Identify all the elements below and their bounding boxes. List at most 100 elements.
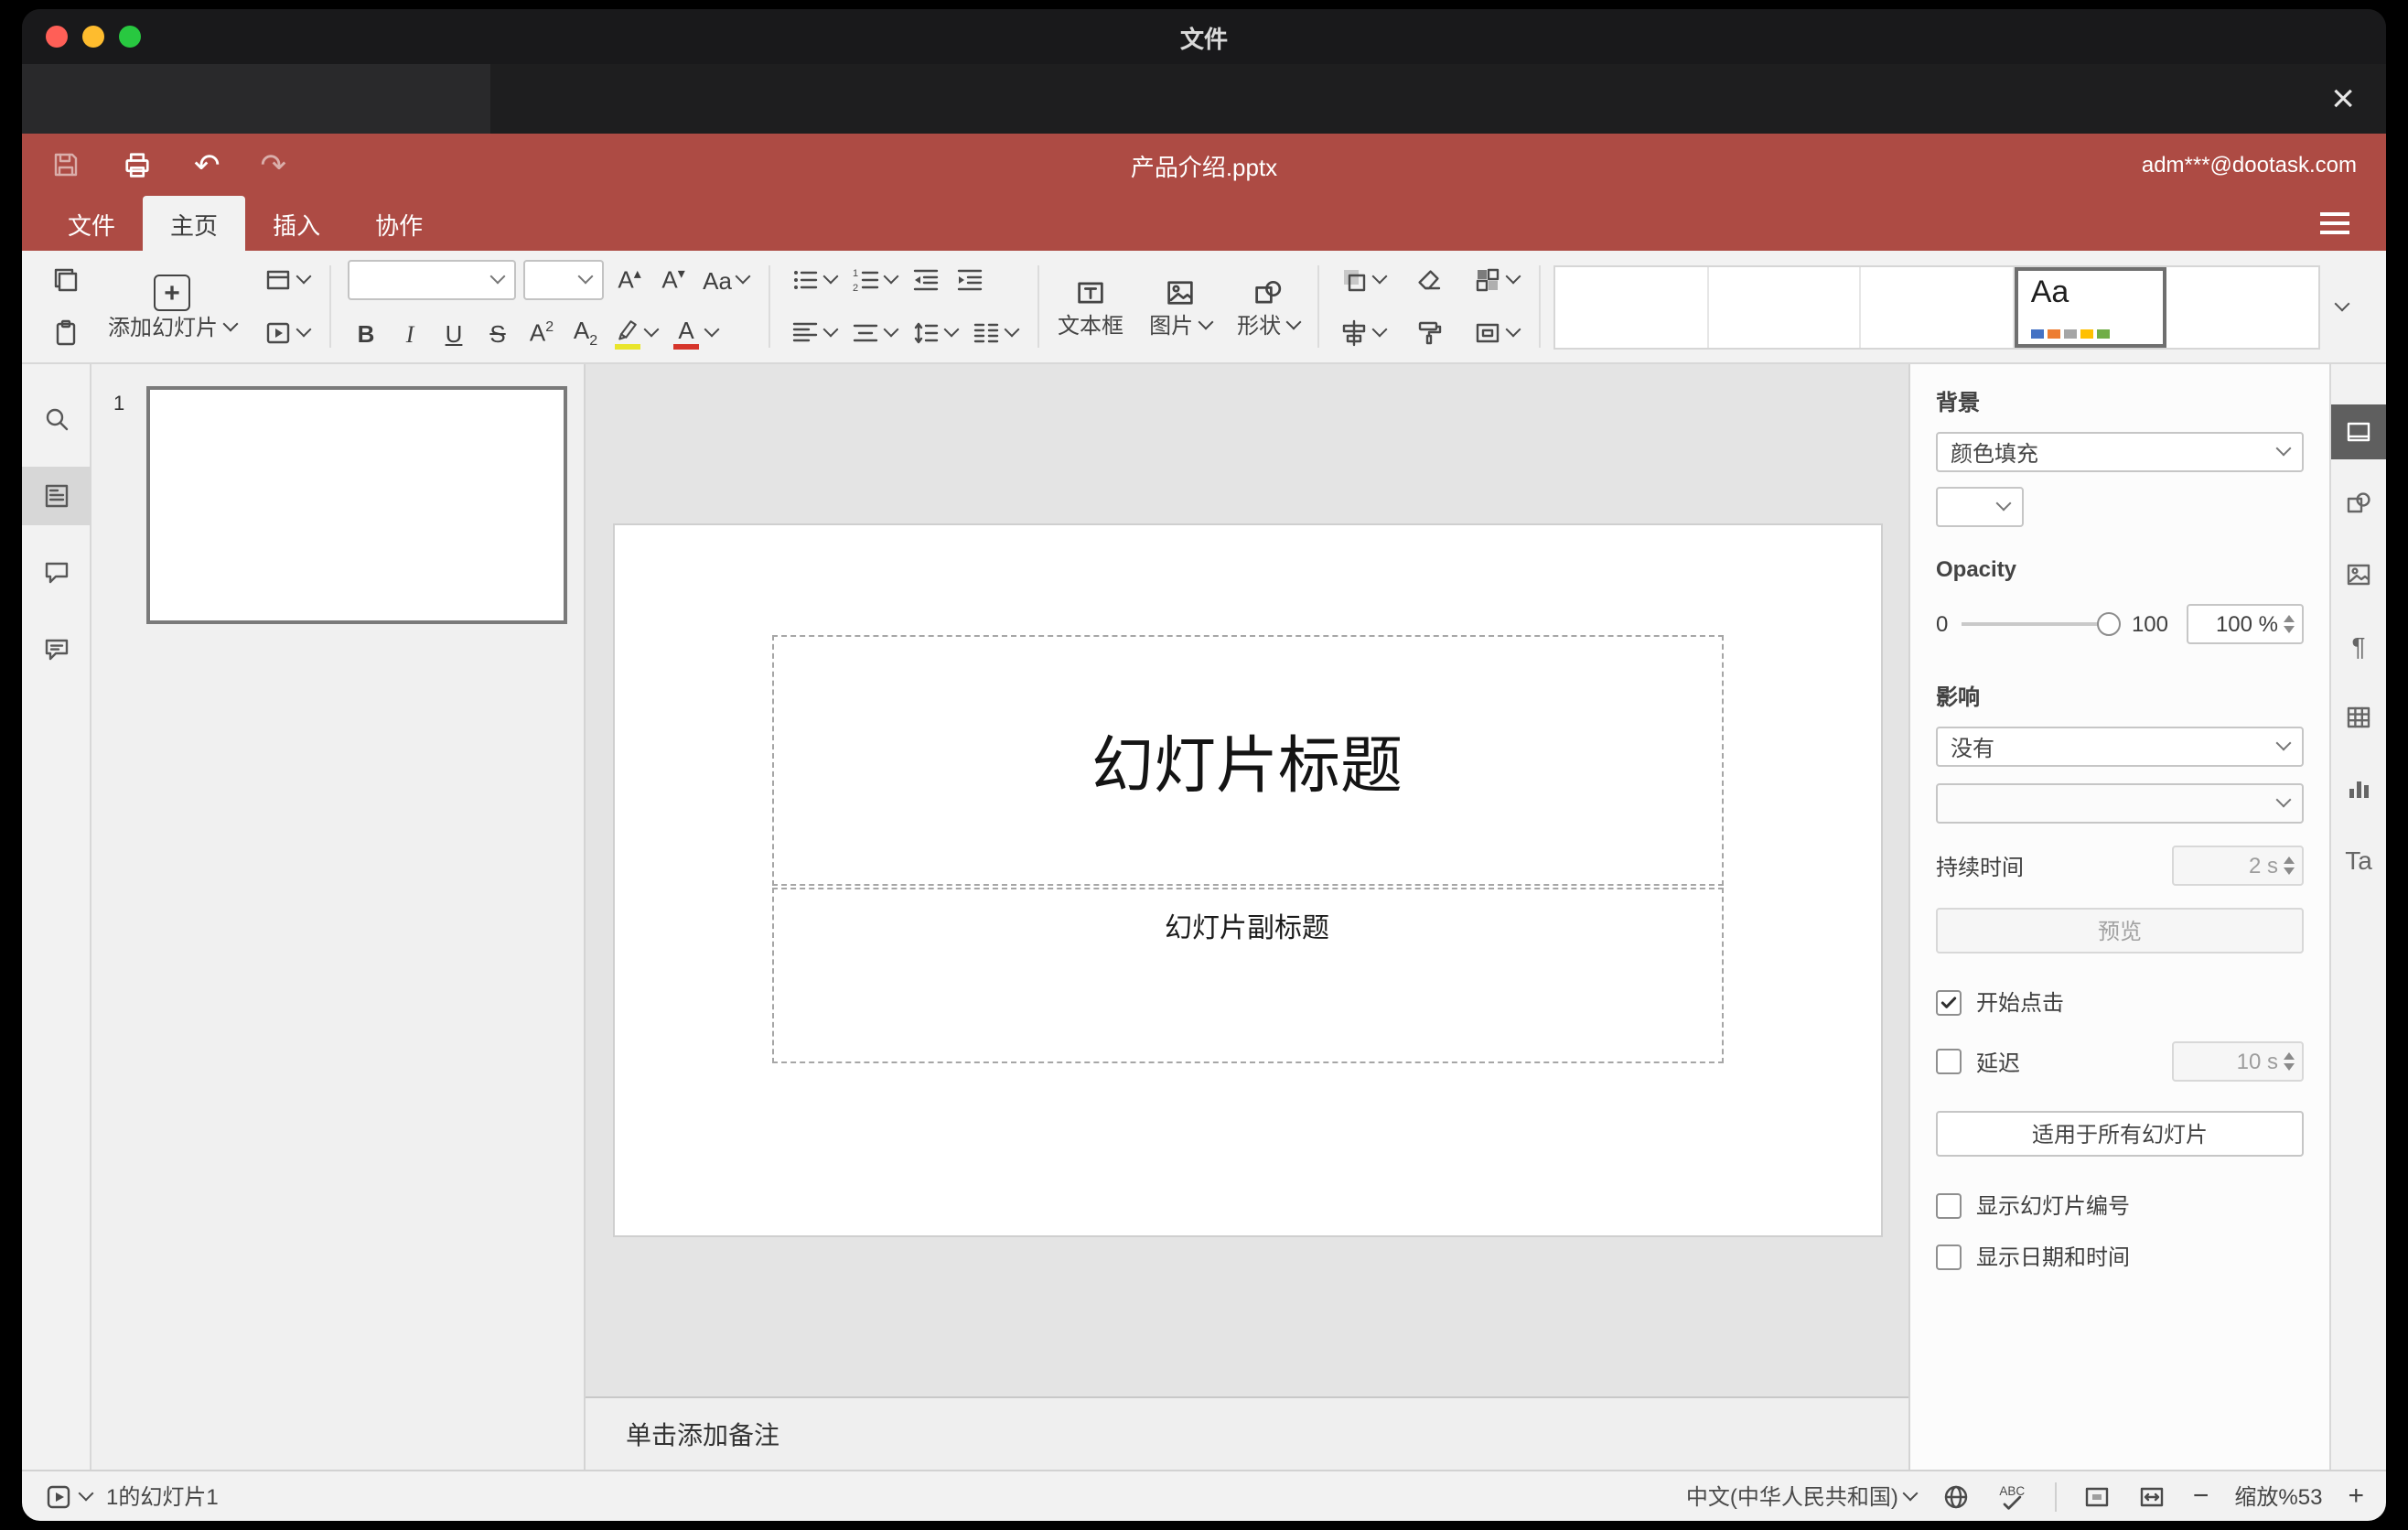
italic-button[interactable]: I [392, 311, 428, 355]
effect-type-select[interactable] [1936, 783, 2304, 824]
opacity-input[interactable]: 100 % [2187, 604, 2304, 644]
copy-style-button[interactable] [1411, 311, 1447, 355]
decrease-font-button[interactable]: A▾ [655, 258, 692, 302]
font-name-combo[interactable] [348, 260, 517, 300]
numbering-button[interactable]: 12 [847, 258, 900, 302]
effect-select[interactable]: 没有 [1936, 727, 2304, 767]
apply-to-all-button[interactable]: 适用于所有幻灯片 [1936, 1111, 2304, 1157]
tab-insert[interactable]: 插入 [245, 196, 348, 251]
decrease-indent-button[interactable] [908, 258, 944, 302]
paste-button[interactable] [48, 311, 84, 355]
bullets-button[interactable] [787, 258, 840, 302]
opacity-slider[interactable] [1961, 612, 2121, 636]
add-slide-button[interactable]: + 添加幻灯片 [95, 251, 249, 362]
image-icon [1167, 281, 1193, 305]
comments-icon[interactable] [22, 544, 91, 602]
chart-settings-icon[interactable] [2330, 761, 2386, 816]
background-color-swatch[interactable] [1936, 487, 2024, 527]
delay-checkbox[interactable] [1936, 1049, 1962, 1074]
menu-icon[interactable] [2320, 212, 2349, 234]
strikethrough-button[interactable]: S [479, 311, 516, 355]
paragraph-settings-icon[interactable]: ¶ [2330, 619, 2386, 673]
delay-input[interactable]: 10 s [2172, 1041, 2304, 1082]
theme-gallery-expand-button[interactable] [2320, 264, 2364, 349]
underline-button[interactable]: U [435, 311, 472, 355]
shape-settings-icon[interactable] [2330, 476, 2386, 531]
superscript-button[interactable]: A2 [523, 311, 560, 355]
zoom-out-button[interactable]: − [2193, 1482, 2209, 1510]
slide-thumbnail-1[interactable] [146, 386, 567, 624]
document-language-icon[interactable] [1942, 1482, 1972, 1511]
slide-settings-icon[interactable] [2330, 404, 2386, 459]
textart-settings-icon[interactable]: Ta [2330, 833, 2386, 888]
zoom-in-button[interactable]: + [2348, 1482, 2364, 1510]
vertical-align-button[interactable] [847, 311, 900, 355]
highlight-pen-icon [618, 320, 637, 340]
show-slide-number-checkbox[interactable] [1936, 1192, 1962, 1218]
preview-button[interactable]: 预览 [1936, 908, 2304, 954]
zoom-window-button[interactable] [119, 26, 141, 48]
show-date-time-checkbox[interactable] [1936, 1244, 1962, 1269]
horizontal-align-button[interactable] [787, 311, 840, 355]
align-shape-button[interactable] [1336, 311, 1389, 355]
bold-button[interactable]: B [348, 311, 384, 355]
theme-slot-1[interactable] [1555, 266, 1709, 347]
start-on-click-checkbox[interactable] [1936, 989, 1962, 1015]
fit-width-icon[interactable] [2138, 1482, 2167, 1511]
insert-shape-button[interactable]: 形状 [1224, 251, 1312, 362]
slide-layout-button[interactable] [260, 258, 313, 302]
highlight-color-button[interactable] [611, 311, 661, 355]
feedback-icon[interactable] [22, 620, 91, 679]
document-header: ↶ ↷ 产品介绍.pptx adm***@dootask.com [22, 134, 2386, 196]
start-slideshow-button[interactable] [260, 311, 313, 355]
close-icon[interactable]: × [2331, 78, 2355, 119]
minimize-window-button[interactable] [82, 26, 104, 48]
language-selector[interactable]: 中文(中华人民共和国) [1686, 1481, 1919, 1512]
subtitle-placeholder[interactable]: 幻灯片副标题 [771, 888, 1723, 1063]
insert-image-button[interactable]: 图片 [1136, 251, 1224, 362]
duration-input[interactable]: 2 s [2172, 846, 2304, 886]
theme-slot-5[interactable] [2166, 266, 2319, 347]
tab-collaboration[interactable]: 协作 [348, 196, 450, 251]
slides-panel-icon[interactable] [22, 467, 91, 525]
subscript-button[interactable]: A2 [567, 311, 604, 355]
slide-size-button[interactable] [1469, 311, 1522, 355]
arrange-shape-button[interactable] [1336, 258, 1389, 302]
insert-textbox-button[interactable]: 文本框 [1045, 251, 1136, 362]
image-settings-icon[interactable] [2330, 547, 2386, 602]
table-settings-icon[interactable] [2330, 690, 2386, 745]
copy-button[interactable] [48, 258, 84, 302]
clear-style-button[interactable] [1411, 258, 1447, 302]
redo-icon[interactable]: ↷ [261, 149, 287, 180]
color-scheme-button[interactable] [1469, 258, 1522, 302]
notes-area[interactable]: 单击添加备注 [586, 1396, 1908, 1470]
title-placeholder[interactable]: 幻灯片标题 [771, 635, 1723, 886]
columns-button[interactable] [968, 311, 1021, 355]
close-window-button[interactable] [46, 26, 68, 48]
slide-1[interactable]: 幻灯片标题 幻灯片副标题 [612, 523, 1882, 1237]
editor-area: 幻灯片标题 幻灯片副标题 单击添加备注 [586, 364, 1908, 1470]
ribbon-tabs: 文件 主页 插入 协作 [22, 196, 2386, 251]
search-icon[interactable] [22, 390, 91, 448]
font-color-button[interactable]: A [668, 311, 721, 355]
theme-slot-selected[interactable]: Aa [2014, 266, 2167, 347]
background-fill-select[interactable]: 颜色填充 [1936, 432, 2304, 472]
theme-color-strip [2030, 329, 2110, 338]
increase-indent-button[interactable] [951, 258, 988, 302]
undo-icon[interactable]: ↶ [194, 149, 220, 180]
theme-slot-3[interactable] [1861, 266, 2015, 347]
theme-slot-2[interactable] [1708, 266, 1862, 347]
save-icon[interactable] [51, 150, 81, 179]
start-slideshow-status-button[interactable] [44, 1482, 94, 1511]
tab-file[interactable]: 文件 [40, 196, 143, 251]
opacity-slider-thumb[interactable] [2096, 612, 2121, 636]
fit-slide-icon[interactable] [2083, 1482, 2112, 1511]
change-case-button[interactable]: Aa [699, 258, 752, 302]
print-icon[interactable] [121, 148, 154, 181]
line-spacing-button[interactable] [908, 311, 961, 355]
font-size-combo[interactable] [523, 260, 605, 300]
increase-font-button[interactable]: A▴ [611, 258, 648, 302]
spellcheck-icon[interactable]: ABC [1997, 1480, 2030, 1513]
tab-home[interactable]: 主页 [143, 196, 246, 251]
home-toolbar: + 添加幻灯片 A▴ A▾ Aa B I U S A2 A2 A 1 2 文本框… [22, 251, 2386, 364]
